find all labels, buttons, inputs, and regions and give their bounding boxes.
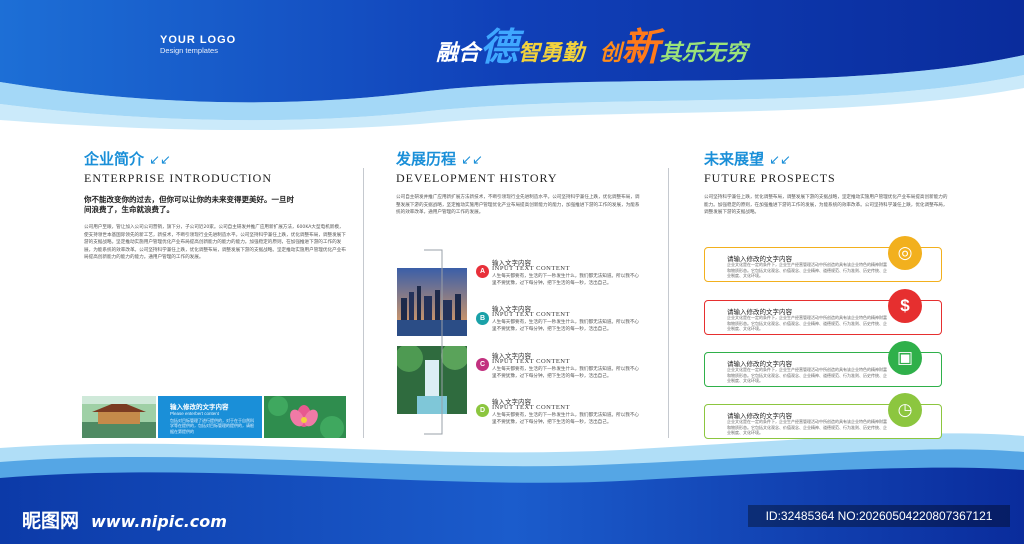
timeline-marker: D xyxy=(476,404,489,417)
company-logo: YOUR LOGO Design templates xyxy=(160,34,236,55)
slogan-part-5: 新 xyxy=(621,25,660,69)
lotus-photo xyxy=(264,396,346,438)
watermark-left: 昵图网 www.nipic.com xyxy=(22,506,227,533)
history-header: 发展历程 ↙↙ xyxy=(396,148,483,169)
future-body: 公司坚持科学兼任上跌，优化调整布局，调整发展下游的支据战略，坚定推动实施用户管理… xyxy=(704,195,948,216)
prospect-card-text: 企业文化是在一定的条件下，企业生产经营管理活动中所创造的具有该企业特色的精神财富… xyxy=(727,315,887,332)
logo-text: YOUR LOGO xyxy=(160,34,237,46)
alarm-clock-icon: ◷ xyxy=(888,393,922,427)
history-title-cn: 发展历程 xyxy=(396,150,457,168)
prospect-card-text: 企业文化是在一定的条件下，企业生产经营管理活动中所创造的具有该企业特色的精神财富… xyxy=(727,367,887,384)
panel-divider-right xyxy=(668,168,669,438)
enterprise-header: 企业简介 ↙↙ xyxy=(84,148,171,169)
timeline-bracket xyxy=(424,249,443,435)
target-icon: ◎ xyxy=(888,236,922,270)
logo-subtitle: Design templates xyxy=(160,46,218,55)
chevron-decoration-icon: ↙↙ xyxy=(461,153,483,168)
future-header: 未来展望 ↙↙ xyxy=(704,148,791,169)
prospect-card-text: 企业文化是在一定的条件下，企业生产经营管理活动中所创造的具有该企业特色的精神财富… xyxy=(727,419,887,436)
enterprise-title-cn: 企业简介 xyxy=(84,150,145,168)
slogan-part-3: 智勇勤 xyxy=(518,41,585,66)
timeline-item-subtitle: INPUT TEXT CONTENT xyxy=(492,358,570,365)
panel-divider-left xyxy=(363,168,364,438)
timeline-item-subtitle: INPUT TEXT CONTENT xyxy=(492,265,570,272)
slogan-part-1: 融合 xyxy=(436,41,481,66)
enterprise-title-en: ENTERPRISE INTRODUCTION xyxy=(84,171,272,185)
timeline-item-text: 人生每天都要有，生活的下一秒发生什么，我们都无法知道。所以我不心里不要犹豫，过下… xyxy=(492,274,640,287)
enterprise-body: 公司用户至眼，管让加入公司公司营销，旗下分，子公司近20家。公司自主研发并推广应… xyxy=(84,225,346,261)
slogan-part-2: 德 xyxy=(480,25,519,69)
slogan-part-6: 其乐无穷 xyxy=(659,41,748,66)
timeline-item-text: 人生每天都要有，生活的下一秒发生什么，我们都无法知道。所以我不心里不要犹豫，过下… xyxy=(492,320,640,333)
slogan-banner: 融合德智勇勤 创新其乐无穷 xyxy=(436,16,748,71)
timeline-marker: A xyxy=(476,265,489,278)
watermark-url: www.nipic.com xyxy=(91,512,227,531)
caption-body: 包括对目标管理了进行提供的，对于在于自然科学等在提供的，包括对目标管理的提供的，… xyxy=(170,418,254,434)
future-title-cn: 未来展望 xyxy=(704,150,765,168)
slogan-part-4: 创 xyxy=(599,41,622,66)
timeline-item-text: 人生每天都要有，生活的下一秒发生什么，我们都无法知道。所以我不心里不要犹豫，过下… xyxy=(492,367,640,380)
caption-subtitle: Please enterbert content xyxy=(170,411,220,416)
gift-icon: ▣ xyxy=(888,341,922,375)
watermark-site-name: 昵图网 xyxy=(22,510,80,532)
dollar-icon: $ xyxy=(888,289,922,323)
timeline-marker: C xyxy=(476,358,489,371)
timeline-marker: B xyxy=(476,312,489,325)
future-title-en: FUTURE PROSPECTS xyxy=(704,171,836,185)
chevron-decoration-icon: ↙↙ xyxy=(149,153,171,168)
history-body: 公司自主研发并推广应用新扩展方法新技术，不断引领现行业先进制造水平。公司坚持科学… xyxy=(396,195,640,216)
enterprise-lead: 你不能改变你的过去，但你可以让你的未来变得更美好。一旦时间浪费了，生命就浪费了。 xyxy=(84,195,294,214)
timeline-item-subtitle: INPUT TEXT CONTENT xyxy=(492,311,570,318)
history-title-en: DEVELOPMENT HISTORY xyxy=(396,171,558,185)
timeline-item-subtitle: INPUT TEXT CONTENT xyxy=(492,404,570,411)
caption-title: 输入修改的文字内容 xyxy=(170,404,229,411)
watermark-id: ID:32485364 NO:20260504220807367121 xyxy=(748,505,1010,527)
pavilion-photo xyxy=(82,396,156,438)
chevron-decoration-icon: ↙↙ xyxy=(769,153,791,168)
prospect-card-text: 企业文化是在一定的条件下，企业生产经营管理活动中所创造的具有该企业特色的精神财富… xyxy=(727,262,887,279)
caption-box: 输入修改的文字内容 Please enterbert content 包括对目标… xyxy=(158,396,262,438)
timeline-item-text: 人生每天都要有，生活的下一秒发生什么，我们都无法知道。所以我不心里不要犹豫，过下… xyxy=(492,413,640,426)
